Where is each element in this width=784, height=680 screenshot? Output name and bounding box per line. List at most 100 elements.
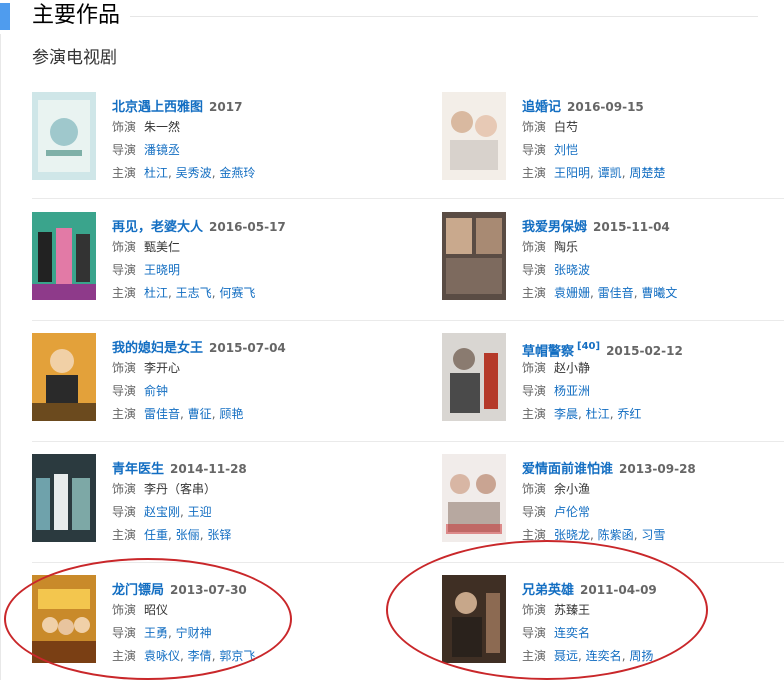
poster-image[interactable] <box>32 212 96 300</box>
cast-link[interactable]: 任重 <box>144 528 168 542</box>
work-item: 青年医生 2014-11-28 饰演 李丹（客串） 导演 赵宝刚, 王迎 主演 任重, … <box>32 454 362 542</box>
director-label: 导演 <box>112 384 137 398</box>
citation-link[interactable]: [40] <box>577 341 600 352</box>
cast-link[interactable]: 曹曦文 <box>641 286 677 300</box>
work-title[interactable]: 爱情面前谁怕谁 <box>522 462 613 477</box>
cast-label: 主演 <box>112 528 137 542</box>
row-divider <box>32 320 784 321</box>
work-item: 我的媳妇是女王 2015-07-04 饰演 李开心 导演 俞钟 主演 雷佳音, 曹征, … <box>32 333 362 421</box>
highlight-ellipse <box>386 540 708 680</box>
work-date: 2013-09-28 <box>619 462 696 476</box>
director-link[interactable]: 俞钟 <box>144 384 168 398</box>
director-link[interactable]: 赵宝刚 <box>144 505 180 519</box>
poster-image[interactable] <box>32 333 96 421</box>
row-divider <box>32 441 784 442</box>
role-value: 白芍 <box>554 120 579 134</box>
role-value: 朱一然 <box>144 120 181 134</box>
director-link[interactable]: 卢伦常 <box>554 505 590 519</box>
cast-link[interactable]: 杜江 <box>144 166 168 180</box>
work-date: 2015-11-04 <box>593 220 670 234</box>
work-title[interactable]: 我爱男保姆 <box>522 220 587 235</box>
role-label: 饰演 <box>522 240 547 254</box>
section-subtitle: 参演电视剧 <box>32 48 117 68</box>
role-label: 饰演 <box>112 120 137 134</box>
poster-image[interactable] <box>442 212 506 300</box>
cast-link[interactable]: 杜江 <box>144 286 168 300</box>
director-link[interactable]: 王晓明 <box>144 263 180 277</box>
cast-link[interactable]: 雷佳音 <box>598 286 634 300</box>
director-label: 导演 <box>112 505 137 519</box>
role-label: 饰演 <box>112 482 137 496</box>
director-link[interactable]: 张晓波 <box>554 263 590 277</box>
cast-label: 主演 <box>112 407 137 421</box>
cast-link[interactable]: 王阳明 <box>554 166 590 180</box>
work-title[interactable]: 青年医生 <box>112 462 164 477</box>
work-date: 2016-09-15 <box>567 100 644 114</box>
role-value: 李开心 <box>144 361 181 375</box>
cast-link[interactable]: 金燕玲 <box>219 166 255 180</box>
poster-image[interactable] <box>442 92 506 180</box>
cast-link[interactable]: 乔红 <box>617 407 641 421</box>
work-item: 追婚记 2016-09-15 饰演 白芍 导演 刘恺 主演 王阳明, 谭凯, 周楚楚 <box>442 92 772 180</box>
cast-label: 主演 <box>522 286 547 300</box>
cast-link[interactable]: 何赛飞 <box>219 286 255 300</box>
work-item: 爱情面前谁怕谁 2013-09-28 饰演 余小渔 导演 卢伦常 主演 张晓龙, 陈紫函… <box>442 454 772 542</box>
director-label: 导演 <box>112 143 137 157</box>
director-link[interactable]: 潘镜丞 <box>144 143 180 157</box>
director-link[interactable]: 王迎 <box>188 505 212 519</box>
cast-link[interactable]: 顾艳 <box>219 407 243 421</box>
cast-link[interactable]: 谭凯 <box>598 166 622 180</box>
work-item: 再见，老婆大人 2016-05-17 饰演 甄美仁 导演 王晓明 主演 杜江, 王志飞,… <box>32 212 362 300</box>
role-label: 饰演 <box>522 120 547 134</box>
cast-link[interactable]: 杜江 <box>586 407 610 421</box>
role-value: 李丹（客串） <box>144 482 217 496</box>
director-label: 导演 <box>522 143 547 157</box>
work-item: 北京遇上西雅图 2017 饰演 朱一然 导演 潘镜丞 主演 杜江, 吴秀波, 金燕玲 <box>32 92 362 180</box>
director-label: 导演 <box>522 505 547 519</box>
work-title[interactable]: 我的媳妇是女王 <box>112 341 203 356</box>
cast-label: 主演 <box>112 166 137 180</box>
role-value: 甄美仁 <box>144 240 181 254</box>
poster-image[interactable] <box>442 454 506 542</box>
director-label: 导演 <box>522 263 547 277</box>
row-divider <box>32 198 784 199</box>
director-label: 导演 <box>112 263 137 277</box>
poster-image[interactable] <box>32 92 96 180</box>
work-date: 2016-05-17 <box>209 220 286 234</box>
section-header: 主要作品 <box>0 0 784 34</box>
role-value: 赵小静 <box>554 361 591 375</box>
cast-link[interactable]: 袁姗姗 <box>554 286 590 300</box>
cast-link[interactable]: 王志飞 <box>176 286 212 300</box>
work-date: 2015-07-04 <box>209 341 286 355</box>
work-title[interactable]: 追婚记 <box>522 100 561 115</box>
left-border <box>0 34 1 680</box>
work-date: 2017 <box>209 100 243 114</box>
work-date: 2015-02-12 <box>606 344 683 359</box>
cast-link[interactable]: 雷佳音 <box>144 407 180 421</box>
cast-label: 主演 <box>112 286 137 300</box>
cast-link[interactable]: 吴秀波 <box>176 166 212 180</box>
section-accent-bar <box>0 3 10 30</box>
role-label: 饰演 <box>522 361 547 375</box>
role-value: 陶乐 <box>554 240 579 254</box>
cast-link[interactable]: 张铎 <box>207 528 231 542</box>
poster-image[interactable] <box>32 454 96 542</box>
work-title[interactable]: 再见，老婆大人 <box>112 220 203 235</box>
director-link[interactable]: 杨亚洲 <box>554 384 590 398</box>
section-title: 主要作品 <box>32 3 121 28</box>
work-item: 我爱男保姆 2015-11-04 饰演 陶乐 导演 张晓波 主演 袁姗姗, 雷佳音, 曹… <box>442 212 772 300</box>
cast-link[interactable]: 李晨 <box>554 407 578 421</box>
poster-image[interactable] <box>442 333 506 421</box>
cast-link[interactable]: 周楚楚 <box>629 166 665 180</box>
cast-link[interactable]: 陈紫函 <box>598 528 634 542</box>
cast-link[interactable]: 习雪 <box>641 528 665 542</box>
role-label: 饰演 <box>112 361 137 375</box>
work-date: 2014-11-28 <box>170 462 247 476</box>
role-value: 余小渔 <box>554 482 591 496</box>
cast-link[interactable]: 曹征 <box>188 407 212 421</box>
cast-link[interactable]: 张俪 <box>176 528 200 542</box>
director-link[interactable]: 刘恺 <box>554 143 578 157</box>
work-title[interactable]: 北京遇上西雅图 <box>112 100 203 115</box>
work-item: 草帽警察 [40] 2015-02-12 饰演 赵小静 导演 杨亚洲 主演 李晨, 杜江,… <box>442 333 772 421</box>
highlight-ellipse <box>4 558 292 680</box>
